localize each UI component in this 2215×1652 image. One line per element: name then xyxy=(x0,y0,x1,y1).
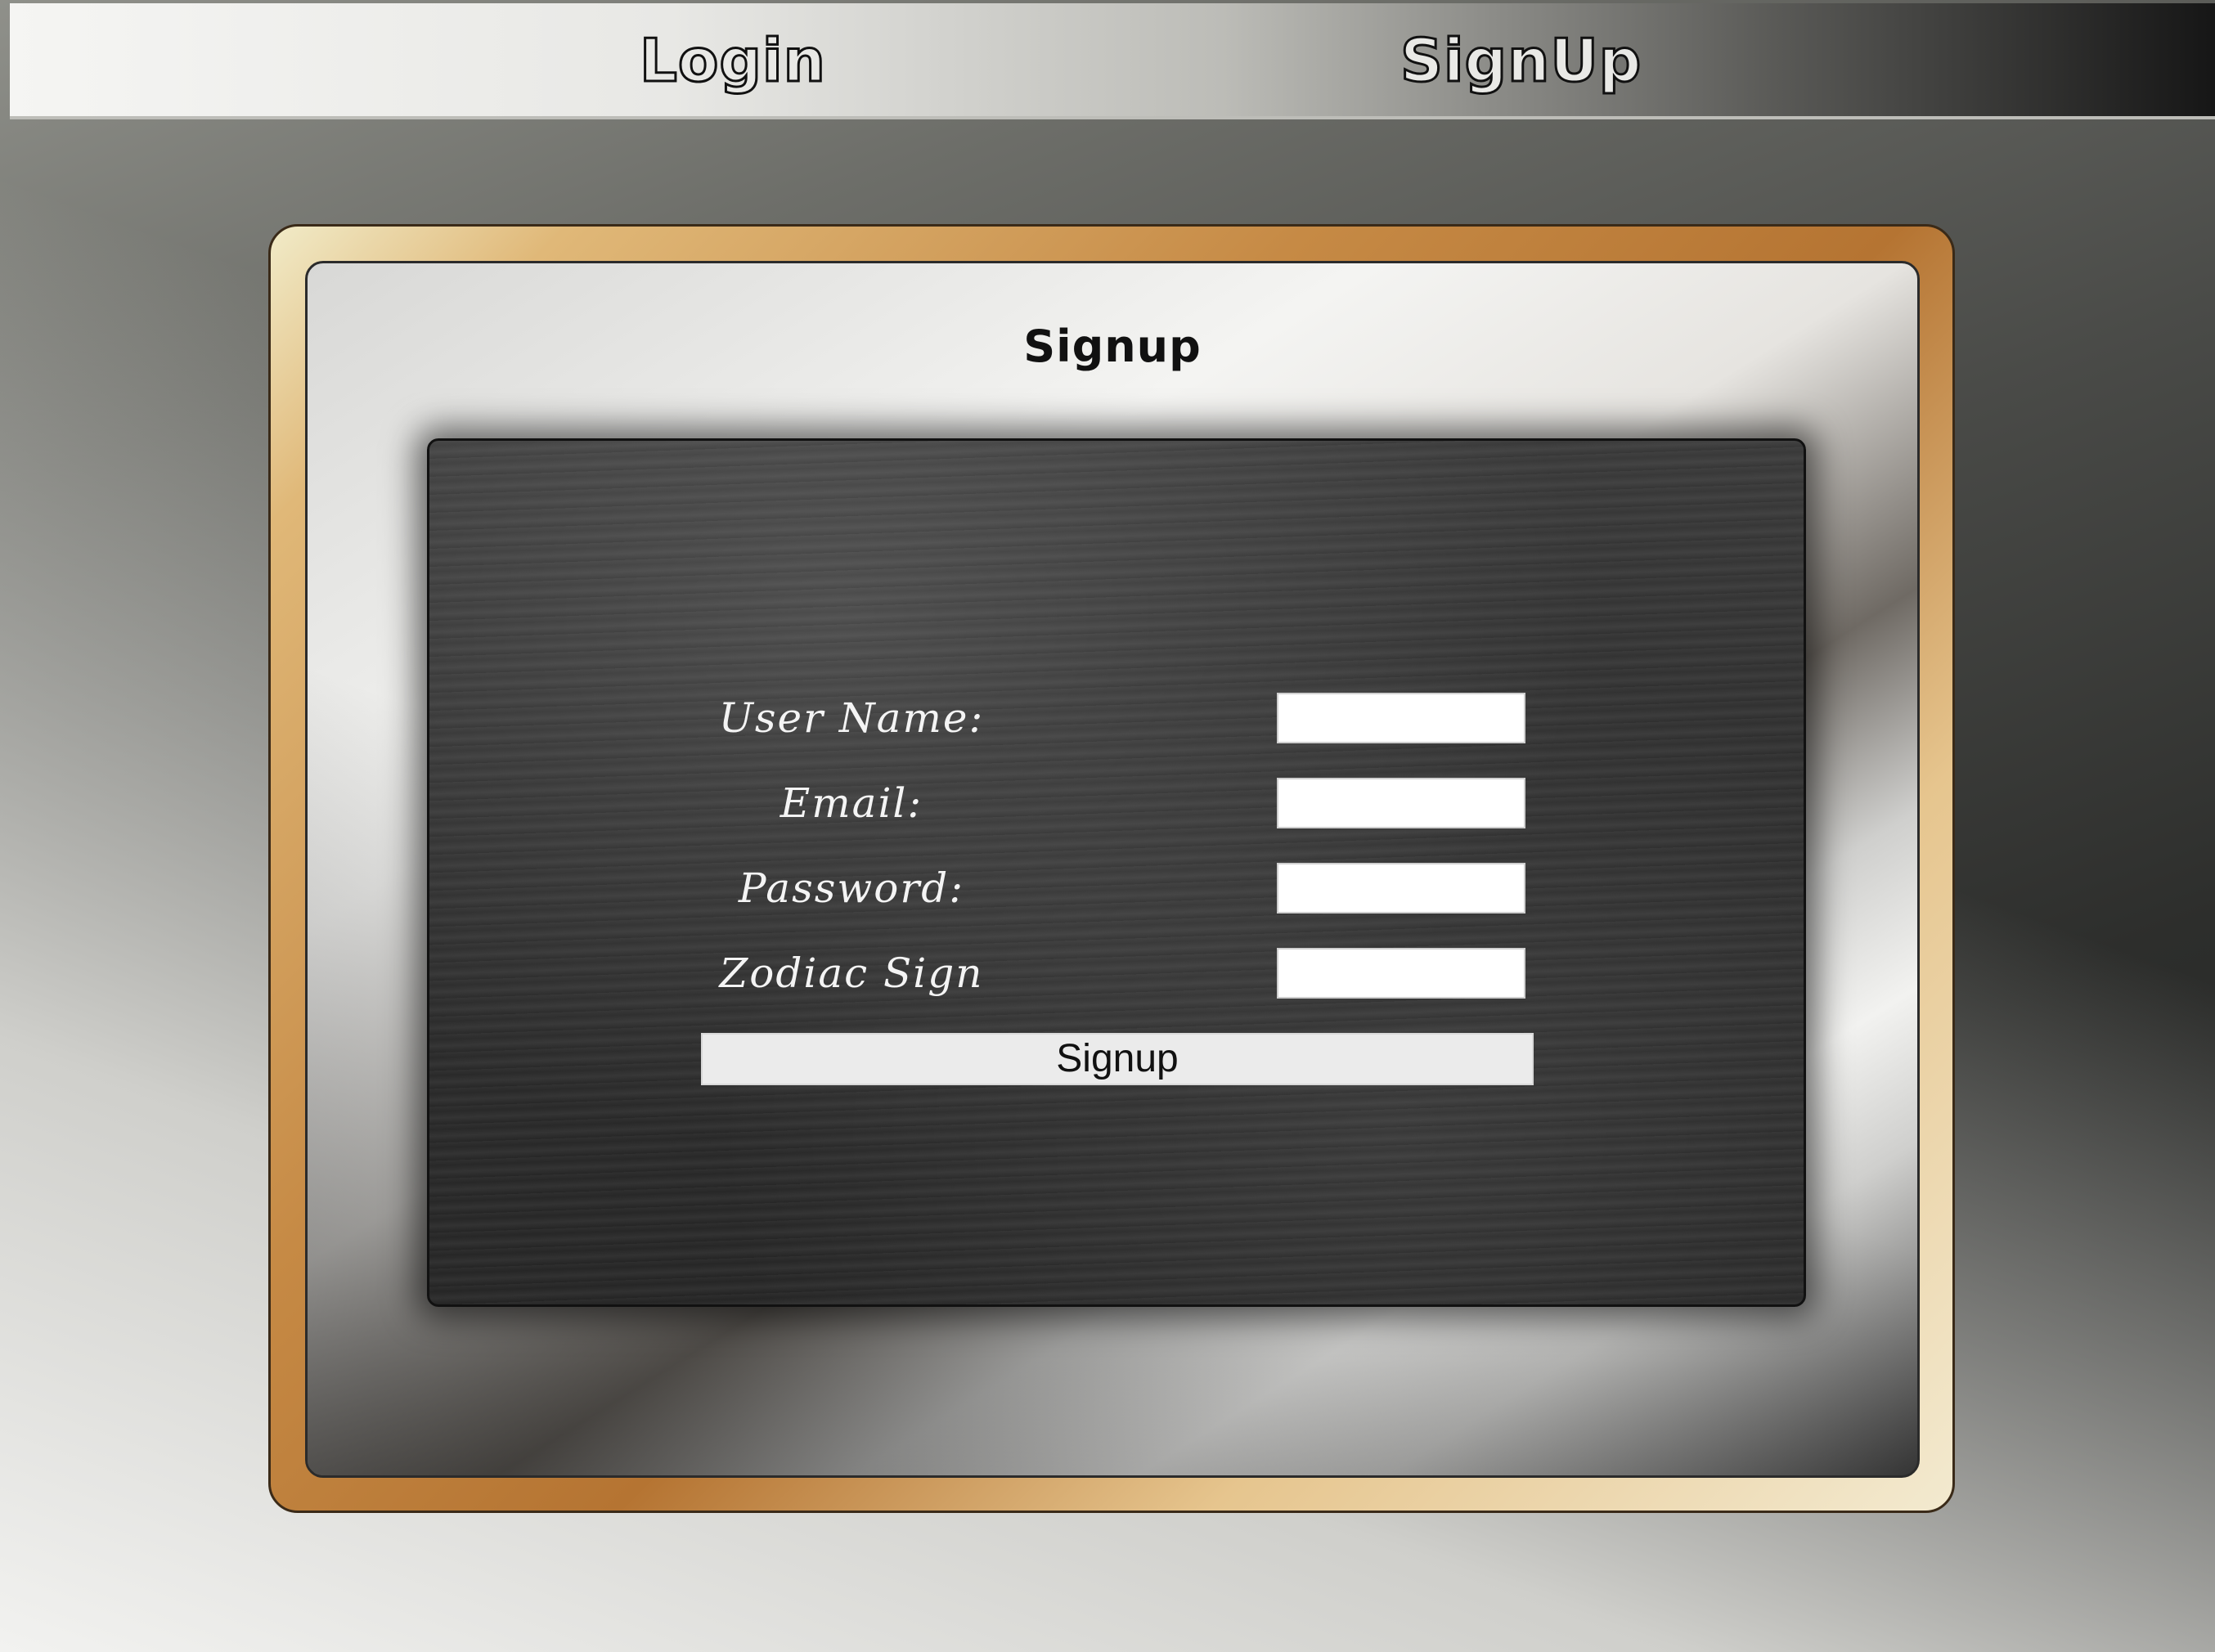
zodiac-sign-label: Zodiac Sign xyxy=(719,949,984,997)
zodiac-sign-input[interactable] xyxy=(1277,948,1525,999)
nav-login-link[interactable]: Login xyxy=(639,30,827,92)
signup-card: Signup User Name: Email: Password: Zodia… xyxy=(305,261,1920,1478)
form-row-password: Password: xyxy=(429,863,1804,914)
form-row-email: Email: xyxy=(429,778,1804,828)
chalkboard-form-panel: User Name: Email: Password: Zodiac Sign … xyxy=(427,438,1806,1307)
form-row-username: User Name: xyxy=(429,693,1804,743)
email-input[interactable] xyxy=(1277,778,1525,828)
signup-submit-button[interactable]: Signup xyxy=(701,1033,1534,1085)
nav-signup-link[interactable]: SignUp xyxy=(1399,30,1642,92)
password-label: Password: xyxy=(738,864,965,912)
top-nav-bar: Login SignUp xyxy=(10,3,2215,119)
password-input[interactable] xyxy=(1277,863,1525,914)
form-row-zodiac-sign: Zodiac Sign xyxy=(429,948,1804,999)
username-label: User Name: xyxy=(718,694,985,742)
page-title: Signup xyxy=(1023,321,1202,372)
signup-card-frame: Signup User Name: Email: Password: Zodia… xyxy=(268,224,1955,1513)
email-label: Email: xyxy=(780,779,923,827)
username-input[interactable] xyxy=(1277,693,1525,743)
